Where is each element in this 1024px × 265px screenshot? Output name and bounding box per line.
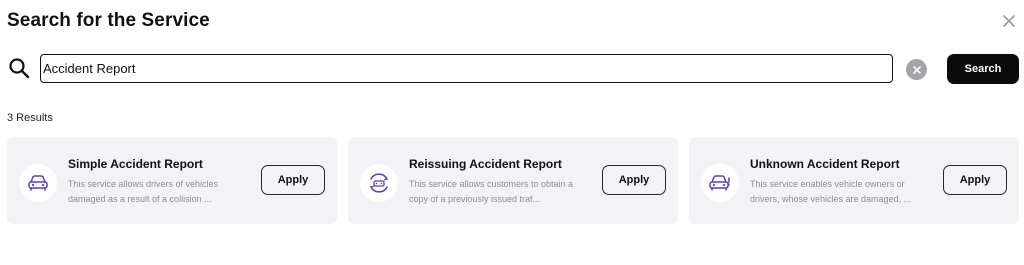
results-list: Simple Accident Report This service allo… bbox=[7, 137, 1019, 224]
service-card-simple-accident-report[interactable]: Simple Accident Report This service allo… bbox=[7, 137, 337, 224]
service-card-reissuing-accident-report[interactable]: Reissuing Accident Report This service a… bbox=[348, 137, 678, 224]
search-button[interactable]: Search bbox=[947, 54, 1019, 84]
clear-circle-icon bbox=[912, 65, 921, 74]
search-icon bbox=[9, 58, 30, 79]
service-card-unknown-accident-report[interactable]: Unknown Accident Report This service ena… bbox=[689, 137, 1019, 224]
car-refresh-icon bbox=[360, 164, 398, 202]
card-title: Unknown Accident Report bbox=[750, 157, 900, 171]
car-alert-icon bbox=[701, 164, 739, 202]
results-count: 3 Results bbox=[7, 112, 53, 124]
apply-button[interactable]: Apply bbox=[602, 165, 666, 195]
car-icon bbox=[19, 164, 57, 202]
search-service-dialog: Search for the Service Search 3 Results bbox=[0, 0, 1024, 265]
card-description: This service allows customers to obtain … bbox=[409, 179, 574, 204]
card-title: Reissuing Accident Report bbox=[409, 157, 562, 171]
close-button[interactable] bbox=[999, 11, 1019, 31]
dialog-title: Search for the Service bbox=[7, 10, 210, 31]
search-input[interactable] bbox=[40, 54, 893, 83]
card-description: This service enables vehicle owners or d… bbox=[750, 179, 912, 204]
apply-button[interactable]: Apply bbox=[943, 165, 1007, 195]
apply-button[interactable]: Apply bbox=[261, 165, 325, 195]
close-icon bbox=[1003, 15, 1015, 27]
clear-search-button[interactable] bbox=[906, 59, 927, 80]
card-title: Simple Accident Report bbox=[68, 157, 203, 171]
card-description: This service allows drivers of vehicles … bbox=[68, 179, 219, 204]
